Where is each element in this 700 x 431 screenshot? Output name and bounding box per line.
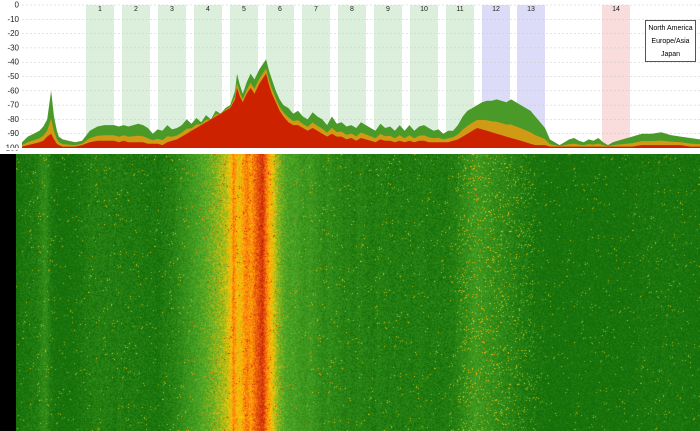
channel-label-8: 8: [350, 6, 354, 13]
y-tick-label: -80: [7, 115, 19, 124]
y-tick-label: -40: [7, 58, 19, 67]
y-tick-label: -90: [7, 129, 19, 138]
channel-label-7: 7: [314, 6, 318, 13]
region-legend: North America Europe/Asia Japan: [645, 20, 696, 62]
channel-label-4: 4: [206, 6, 210, 13]
y-tick-label: -30: [7, 43, 19, 52]
waterfall-heatmap: [16, 154, 700, 431]
spectrum-panel: 1 2 3 4 5 6 7 8 9 10 11 12 13 14 0 -10 -20 -30 -40 -50 -60 -7…: [0, 0, 700, 152]
waterfall-panel: [0, 154, 700, 431]
y-tick-label: -10: [7, 15, 19, 24]
channel-label-10: 10: [420, 6, 428, 13]
channel-label-13: 13: [527, 6, 535, 13]
y-tick-label: -20: [7, 29, 19, 38]
y-tick-label: -60: [7, 86, 19, 95]
channel-label-2: 2: [134, 6, 138, 13]
y-tick-label: 0: [15, 1, 20, 10]
channel-label-12: 12: [492, 6, 500, 13]
channel-label-3: 3: [170, 6, 174, 13]
channel-label-5: 5: [242, 6, 246, 13]
y-tick-label: -50: [7, 72, 19, 81]
legend-japan: Japan: [660, 51, 681, 58]
y-tick-label: -70: [7, 101, 19, 110]
legend-north-america: North America: [648, 25, 693, 32]
channel-label-14: 14: [612, 6, 620, 13]
legend-europe-asia: Europe/Asia: [651, 38, 690, 45]
channel-label-6: 6: [278, 6, 282, 13]
spectrum-chart: 1 2 3 4 5 6 7 8 9 10 11 12 13 140-10-20-30-40-50-60-7…: [0, 1, 700, 153]
y-tick-label: -100: [3, 144, 20, 153]
channel-label-1: 1: [98, 6, 102, 13]
channel-label-9: 9: [386, 6, 390, 13]
channel-label-11: 11: [456, 6, 463, 13]
